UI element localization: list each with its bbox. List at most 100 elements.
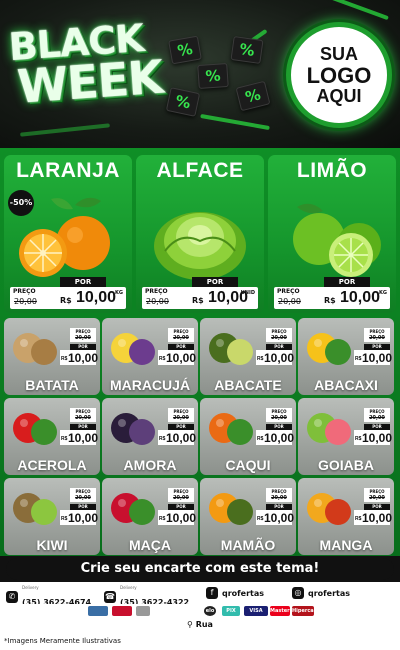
phone-label: Delivery xyxy=(120,585,137,590)
new-price-box: R$ 10,00 xyxy=(60,510,98,525)
contact-instagram[interactable]: ◎ qrofertas xyxy=(292,587,350,599)
percent-tile: % xyxy=(230,36,264,64)
old-price-box: PREÇO 20,00 xyxy=(364,488,390,502)
contact-bar: ✆ Delivery (35) 3622-4674 ☎ Delivery (35… xyxy=(0,582,400,607)
product-card-potato[interactable]: PREÇO 20,00 POR R$ 10,00 BATATA xyxy=(4,318,100,395)
new-price-box: R$ 10,00 xyxy=(158,430,196,445)
old-price: 20,00 xyxy=(173,415,189,421)
new-price-box: R$ 10,00 xyxy=(60,430,98,445)
new-price-box: R$ 10,00 xyxy=(256,430,295,445)
product-card-apple[interactable]: PREÇO 20,00 POR R$ 10,00 MAÇA xyxy=(102,478,198,555)
instagram-icon: ◎ xyxy=(292,587,304,599)
preco-label: PREÇO xyxy=(369,409,385,414)
percent-tile: % xyxy=(165,87,201,117)
avocado-icon xyxy=(209,333,253,365)
old-price: 20,00 xyxy=(271,495,287,501)
old-price-box: PREÇO 20,00 xyxy=(266,488,292,502)
payment-methods: elo PIX VISA MasterCard Hipercard xyxy=(0,604,400,618)
featured-card-alface[interactable]: ALFACE POR PREÇO 20,00 R$ 10,00 UNID xyxy=(136,155,264,313)
price-value: 10,00 xyxy=(340,289,381,306)
preco-label: PREÇO xyxy=(277,288,300,295)
green-ribbon-decor xyxy=(200,113,270,131)
product-card-acerola[interactable]: PREÇO 20,00 POR R$ 10,00 ACEROLA xyxy=(4,398,100,475)
store-logo-placeholder[interactable]: SUA LOGO AQUI xyxy=(286,22,392,128)
product-name: LIMÃO xyxy=(296,159,368,182)
por-tag: POR xyxy=(60,277,106,287)
featured-card-limao[interactable]: LIMÃO POR PREÇO 20,00 R$ 10,00 KG xyxy=(268,155,396,313)
product-name: BATATA xyxy=(25,377,79,393)
product-card-guava[interactable]: PREÇO 20,00 POR R$ 10,00 GOIABA xyxy=(298,398,394,475)
old-price: 20,00 xyxy=(369,335,385,341)
new-price-box: R$ 10,00 xyxy=(354,350,393,365)
price-value: 10,00 xyxy=(362,431,393,445)
price-strip: POR PREÇO 20,00 R$ 10,00 KG xyxy=(268,277,396,313)
currency: R$ xyxy=(159,356,166,362)
logo-line-2: LOGO xyxy=(306,62,372,88)
payment-hipercard: Hipercard xyxy=(292,606,320,616)
product-card-passion-fruit[interactable]: PREÇO 20,00 POR R$ 10,00 MARACUJÁ xyxy=(102,318,198,395)
price-value: 10,00 xyxy=(264,431,295,445)
acerola-icon xyxy=(13,413,57,445)
price-box: PREÇO 20,00 R$ 10,00 KG xyxy=(274,287,390,309)
product-card-avocado[interactable]: PREÇO 20,00 POR R$ 10,00 ABACATE xyxy=(200,318,296,395)
header-banner: BLACK WEEK % % % % % SUA LOGO AQUI xyxy=(0,0,400,152)
title-line-week: WEEK xyxy=(15,49,165,114)
payment-elo: elo xyxy=(204,606,216,616)
product-card-kiwi[interactable]: PREÇO 20,00 POR R$ 10,00 KIWI xyxy=(4,478,100,555)
price-tag: PREÇO 20,00 POR R$ 10,00 xyxy=(354,328,393,368)
preco-label: PREÇO xyxy=(271,329,287,334)
disclaimer: *Imagens Meramente Ilustrativas xyxy=(0,632,400,650)
green-ribbon-decor xyxy=(20,123,110,137)
price-tag: PREÇO 20,00 POR R$ 10,00 xyxy=(60,488,98,528)
product-name: MANGA xyxy=(319,537,373,553)
currency: R$ xyxy=(159,436,166,442)
price-value: 10,00 xyxy=(76,289,117,306)
mango-icon xyxy=(307,493,351,525)
cash-icon xyxy=(136,606,150,616)
card-icon xyxy=(112,606,132,616)
currency: R$ xyxy=(257,516,264,522)
lime-icon xyxy=(293,203,381,277)
price-box: PREÇO 20,00 R$ 10,00 UNID xyxy=(142,287,258,309)
old-price-box: PREÇO 20,00 xyxy=(70,408,96,422)
product-card-pineapple[interactable]: PREÇO 20,00 POR R$ 10,00 ABACAXI xyxy=(298,318,394,395)
apple-icon xyxy=(111,493,155,525)
preco-label: PREÇO xyxy=(271,409,287,414)
old-price: 20,00 xyxy=(75,335,91,341)
product-name: MAÇA xyxy=(129,537,171,553)
old-price: 20,00 xyxy=(271,415,287,421)
percent-tile: % xyxy=(235,80,271,112)
contact-facebook[interactable]: f qrofertas xyxy=(206,587,264,599)
product-card-papaya[interactable]: PREÇO 20,00 POR R$ 10,00 MAMÃO xyxy=(200,478,296,555)
preco-label: PREÇO xyxy=(13,288,36,295)
old-price: 20,00 xyxy=(278,297,301,306)
old-price: 20,00 xyxy=(369,415,385,421)
unit: KG xyxy=(379,290,387,296)
old-price: 20,00 xyxy=(14,297,37,306)
price-tag: PREÇO 20,00 POR R$ 10,00 xyxy=(60,408,98,448)
price-box: PREÇO 20,00 R$ 10,00 KG xyxy=(10,287,126,309)
preco-label: PREÇO xyxy=(75,329,91,334)
potato-icon xyxy=(13,333,57,365)
phone-label: Delivery xyxy=(22,585,39,590)
preco-label: PREÇO xyxy=(369,489,385,494)
whatsapp-icon: ✆ xyxy=(6,591,18,603)
product-card-blackberry[interactable]: PREÇO 20,00 POR R$ 10,00 AMORA xyxy=(102,398,198,475)
price-tag: PREÇO 20,00 POR R$ 10,00 xyxy=(256,328,294,368)
product-name: CAQUI xyxy=(225,457,271,473)
logo-line-3: AQUI xyxy=(316,85,362,106)
currency: R$ xyxy=(257,436,264,442)
currency: R$ xyxy=(60,296,72,305)
passion-fruit-icon xyxy=(111,333,155,365)
old-price-box: PREÇO 20,00 xyxy=(70,488,96,502)
price-value: 10,00 xyxy=(362,351,393,365)
payment-visa: VISA xyxy=(244,606,268,616)
product-name: ALFACE xyxy=(156,159,244,182)
product-card-persimmon[interactable]: PREÇO 20,00 POR R$ 10,00 CAQUI xyxy=(200,398,296,475)
featured-card-laranja[interactable]: LARANJA POR PREÇO 20,00 R$ 10,00 KG xyxy=(4,155,132,313)
cta-banner[interactable]: Crie seu encarte com este tema! xyxy=(6,558,394,580)
product-card-mango[interactable]: PREÇO 20,00 POR R$ 10,00 MANGA xyxy=(298,478,394,555)
price-tag: PREÇO 20,00 POR R$ 10,00 xyxy=(256,408,295,448)
price-tag: PREÇO 20,00 POR R$ 10,00 xyxy=(354,408,393,448)
price-value: 10,00 xyxy=(264,511,295,525)
